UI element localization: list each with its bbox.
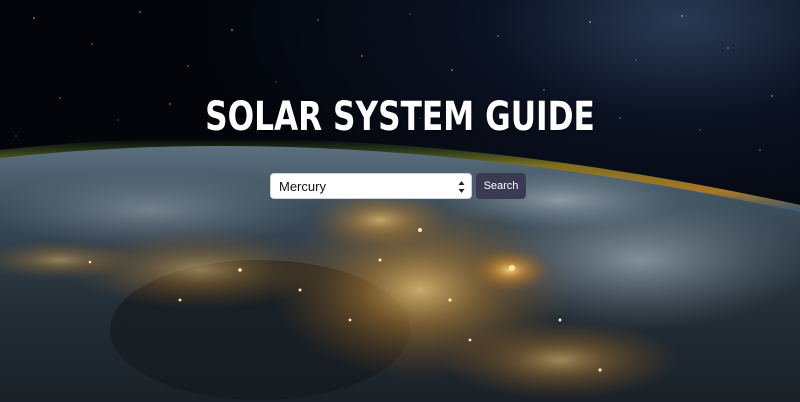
select-arrows-icon (458, 181, 465, 193)
planet-select[interactable]: Mercury (270, 173, 472, 199)
page: SOLAR SYSTEM GUIDE Mercury Search (0, 0, 800, 402)
hero-background-image (0, 0, 800, 402)
planet-select-value: Mercury (279, 178, 326, 194)
search-button[interactable]: Search (476, 173, 526, 199)
search-bar: Mercury Search (270, 173, 526, 199)
page-title: SOLAR SYSTEM GUIDE (205, 94, 595, 140)
